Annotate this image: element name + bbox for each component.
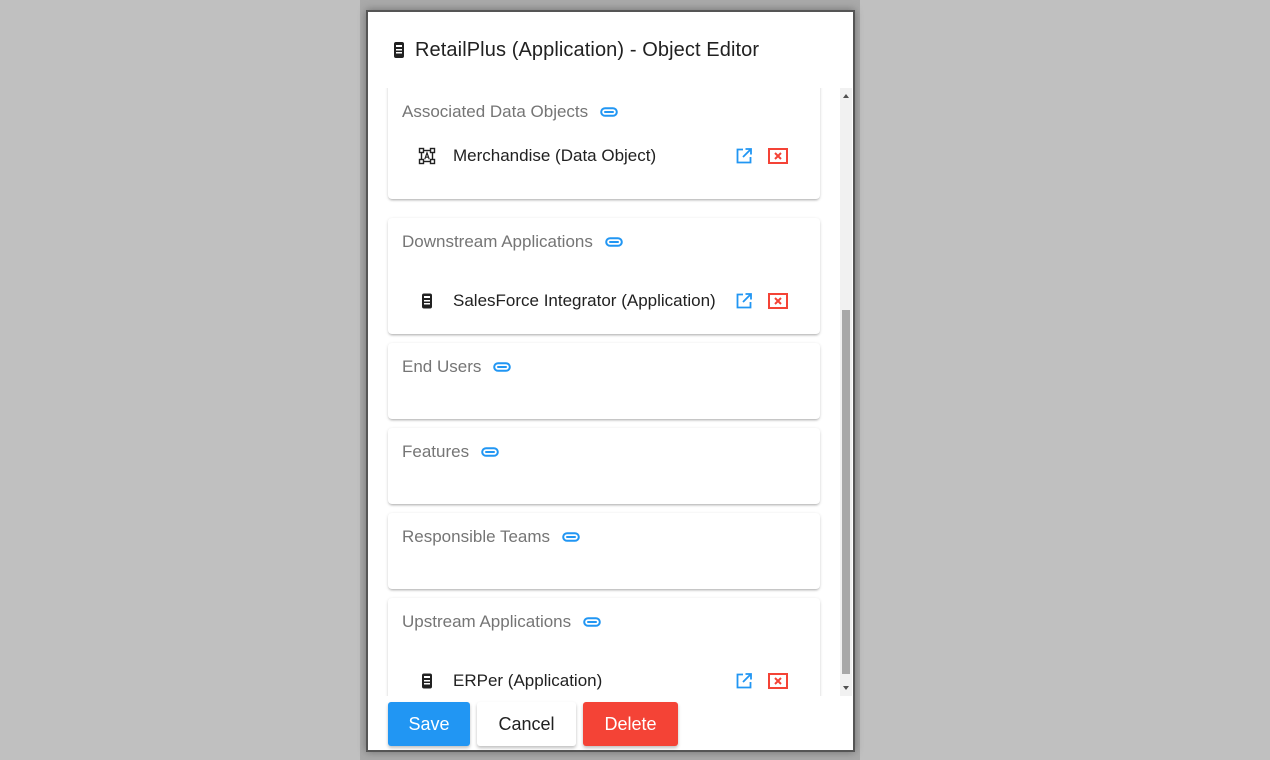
list-item: ERPer (Application) [418, 670, 798, 692]
scroll-down-arrow-icon[interactable] [840, 682, 852, 694]
section-title: Associated Data Objects [402, 102, 589, 121]
remove-icon[interactable] [768, 146, 788, 166]
attach-link-icon[interactable] [600, 107, 618, 117]
scrollbar-thumb[interactable] [842, 310, 850, 674]
list-item: SalesForce Integrator (Application) [418, 290, 798, 312]
data-object-icon [418, 147, 436, 165]
vertical-scrollbar[interactable] [840, 88, 852, 696]
dialog-header: RetailPlus (Application) - Object Editor [368, 12, 853, 88]
section-title: Features [402, 442, 470, 461]
open-external-icon[interactable] [734, 146, 754, 166]
attach-link-icon[interactable] [583, 617, 601, 627]
scroll-up-arrow-icon[interactable] [840, 90, 852, 102]
mobile-app-icon [418, 672, 436, 690]
cancel-button[interactable]: Cancel [477, 702, 576, 746]
object-editor-dialog: RetailPlus (Application) - Object Editor… [366, 10, 855, 752]
section-title: Downstream Applications [402, 232, 593, 251]
section-title: End Users [402, 357, 482, 376]
sections-scroll-area[interactable]: Associated Data Objects Merchandise (Dat… [368, 88, 853, 696]
mobile-app-icon [418, 292, 436, 310]
open-external-icon[interactable] [734, 291, 754, 311]
section-responsible-teams: Responsible Teams [388, 513, 820, 589]
item-label: Merchandise (Data Object) [453, 146, 657, 165]
open-external-icon[interactable] [734, 671, 754, 691]
item-label: ERPer (Application) [453, 671, 603, 690]
section-end-users: End Users [388, 343, 820, 419]
section-downstream-applications: Downstream Applications SalesForce Integ… [388, 218, 820, 334]
section-features: Features [388, 428, 820, 504]
save-button[interactable]: Save [388, 702, 470, 746]
section-title: Responsible Teams [402, 527, 551, 546]
attach-link-icon[interactable] [481, 447, 499, 457]
section-associated-data-objects: Associated Data Objects Merchandise (Dat… [388, 88, 820, 199]
remove-icon[interactable] [768, 291, 788, 311]
section-title: Upstream Applications [402, 612, 572, 631]
mobile-app-icon [392, 41, 406, 59]
item-label: SalesForce Integrator (Application) [453, 291, 716, 310]
remove-icon[interactable] [768, 671, 788, 691]
section-upstream-applications: Upstream Applications ERPer (Application… [388, 598, 820, 696]
delete-button[interactable]: Delete [583, 702, 678, 746]
dialog-title: RetailPlus (Application) - Object Editor [415, 38, 760, 61]
list-item: Merchandise (Data Object) [418, 145, 798, 167]
dialog-footer: Save Cancel Delete [388, 702, 678, 748]
attach-link-icon[interactable] [493, 362, 512, 372]
attach-link-icon[interactable] [562, 532, 580, 542]
attach-link-icon[interactable] [605, 237, 623, 247]
